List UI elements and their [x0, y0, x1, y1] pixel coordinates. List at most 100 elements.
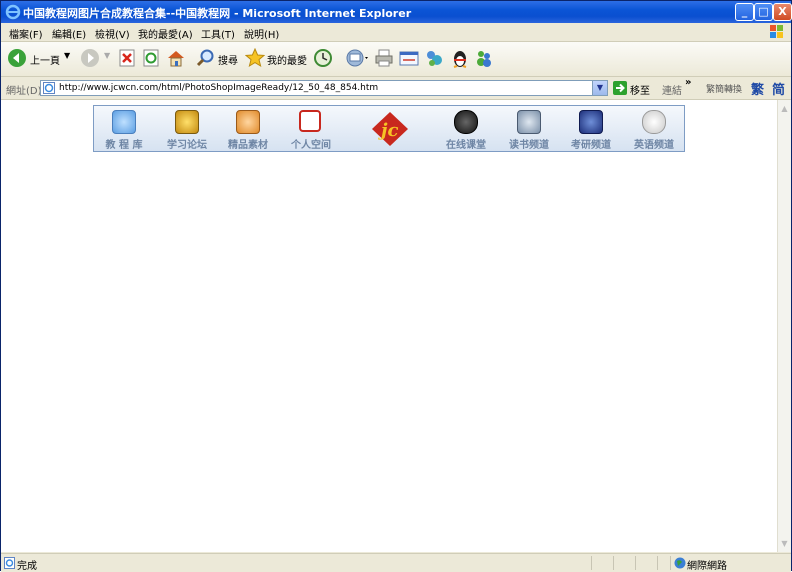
- english-icon: [642, 110, 666, 134]
- nav-label: 个人空间: [291, 140, 331, 151]
- mail-icon: [346, 49, 368, 67]
- title-bar[interactable]: 中国教程网图片合成教程合集--中国教程网 - Microsoft Interne…: [1, 1, 792, 23]
- ie-window: 中国教程网图片合成教程合集--中国教程网 - Microsoft Interne…: [0, 0, 792, 572]
- discuss-icon: [427, 51, 442, 66]
- search-button[interactable]: [195, 48, 215, 70]
- address-input[interactable]: http://www.jcwcn.com/html/PhotoShopImage…: [40, 80, 608, 96]
- security-zone: 網際網路: [687, 561, 727, 572]
- nav-graduate-exam[interactable]: 考研频道: [561, 108, 621, 151]
- stop-button[interactable]: [118, 48, 136, 70]
- favorites-button[interactable]: [245, 48, 265, 70]
- toolbar-overflow-chevron[interactable]: »: [685, 77, 691, 88]
- stop-icon: [119, 49, 135, 67]
- nav-label: 英语频道: [634, 140, 674, 151]
- mail-button[interactable]: [345, 48, 371, 70]
- home-icon: [168, 51, 184, 67]
- menu-edit[interactable]: 編輯(E): [52, 26, 86, 41]
- nav-online-class[interactable]: 在线课堂: [436, 108, 496, 151]
- scroll-up-arrow-icon[interactable]: ▲: [778, 102, 791, 115]
- status-divider: [670, 556, 671, 570]
- back-arrow-icon: [8, 49, 26, 67]
- status-divider: [635, 556, 636, 570]
- personal-space-icon: [299, 110, 321, 132]
- status-divider: [591, 556, 592, 570]
- back-button[interactable]: [7, 48, 27, 70]
- menu-bar: 檔案(F) 編輯(E) 檢視(V) 我的最愛(A) 工具(T) 說明(H): [1, 23, 791, 42]
- nav-tutorial-library[interactable]: 教 程 库: [94, 108, 154, 151]
- address-bar: 網址(D) http://www.jcwcn.com/html/PhotoSho…: [1, 77, 791, 100]
- maximize-button[interactable]: □: [754, 3, 773, 21]
- messenger-icon: [477, 51, 491, 67]
- printer-icon: [375, 49, 393, 67]
- windows-flag-icon: [770, 25, 783, 38]
- traditional-button[interactable]: 繁: [751, 79, 764, 98]
- nav-personal-space[interactable]: 个人空间: [281, 108, 341, 151]
- menu-help[interactable]: 說明(H): [244, 26, 279, 41]
- status-divider: [657, 556, 658, 570]
- clock-icon: [454, 110, 478, 134]
- simplified-button[interactable]: 简: [772, 79, 785, 98]
- history-button[interactable]: [313, 48, 333, 70]
- page-icon: [43, 82, 55, 94]
- edit-page-icon: [399, 51, 419, 66]
- logo-text: jc: [378, 120, 399, 141]
- nav-materials[interactable]: 精品素材: [218, 108, 278, 151]
- go-button[interactable]: 移至: [630, 82, 650, 97]
- nav-label: 读书频道: [509, 140, 549, 151]
- jc-logo-icon: jc: [372, 112, 408, 146]
- forward-dropdown-icon[interactable]: ▼: [104, 51, 110, 60]
- materials-icon: [236, 110, 260, 134]
- status-bar: 完成 網際網路: [1, 553, 791, 572]
- minimize-button[interactable]: _: [735, 3, 754, 21]
- site-logo[interactable]: jc: [370, 110, 410, 148]
- book-icon: [517, 110, 541, 134]
- address-dropdown-icon[interactable]: ▼: [592, 81, 607, 95]
- menu-view[interactable]: 檢視(V): [95, 26, 130, 41]
- refresh-icon: [143, 49, 159, 67]
- forward-arrow-icon: [81, 49, 99, 67]
- window-title: 中国教程网图片合成教程合集--中国教程网 - Microsoft Interne…: [23, 7, 412, 20]
- status-text: 完成: [17, 561, 37, 572]
- scroll-down-arrow-icon[interactable]: ▼: [778, 537, 791, 550]
- internet-globe-icon: [674, 557, 686, 569]
- nav-label: 教 程 库: [105, 140, 143, 151]
- nav-label: 学习论坛: [167, 140, 207, 151]
- links-toolbar[interactable]: 連結: [662, 82, 682, 97]
- qq-penguin-icon: [453, 51, 467, 68]
- history-icon: [314, 49, 332, 67]
- nav-label: 在线课堂: [446, 140, 486, 151]
- edit-button[interactable]: [399, 48, 419, 70]
- forward-button[interactable]: [80, 48, 100, 70]
- favorites-label: 我的最愛: [267, 56, 307, 67]
- refresh-button[interactable]: [142, 48, 160, 70]
- vertical-scrollbar[interactable]: ▲ ▼: [777, 100, 791, 552]
- forum-icon: [175, 110, 199, 134]
- back-dropdown-icon[interactable]: ▼: [64, 51, 70, 60]
- menu-file[interactable]: 檔案(F): [9, 26, 43, 41]
- discuss-button[interactable]: [424, 48, 444, 70]
- status-page-icon: [4, 557, 15, 569]
- address-url: http://www.jcwcn.com/html/PhotoShopImage…: [59, 83, 379, 93]
- menu-favorites[interactable]: 我的最愛(A): [138, 26, 193, 41]
- back-label: 上一頁: [30, 56, 60, 67]
- status-divider: [613, 556, 614, 570]
- close-button[interactable]: X: [773, 3, 792, 21]
- nav-label: 考研频道: [571, 140, 611, 151]
- convert-label: 繁簡轉換: [706, 85, 743, 95]
- nav-forum[interactable]: 学习论坛: [157, 108, 217, 151]
- nav-reading[interactable]: 读书频道: [499, 108, 559, 151]
- menu-tools[interactable]: 工具(T): [201, 26, 235, 41]
- messenger-button[interactable]: [474, 48, 494, 70]
- qq-button[interactable]: [450, 48, 470, 70]
- go-arrow-icon[interactable]: [613, 81, 627, 95]
- nav-english[interactable]: 英语频道: [624, 108, 684, 151]
- ie-logo-icon: [5, 4, 21, 20]
- nav-label: 精品素材: [228, 140, 268, 151]
- home-button[interactable]: [166, 48, 186, 70]
- standard-toolbar: 上一頁 ▼ ▼ 搜尋 我的最愛: [1, 42, 791, 77]
- page-content: 教 程 库 学习论坛 精品素材 个人空间 jc 在线课堂 读书频道 考研频道 英…: [1, 100, 777, 552]
- print-button[interactable]: [374, 48, 394, 70]
- favorites-star-icon: [245, 48, 265, 68]
- search-icon: [196, 49, 214, 67]
- search-label: 搜尋: [218, 56, 238, 67]
